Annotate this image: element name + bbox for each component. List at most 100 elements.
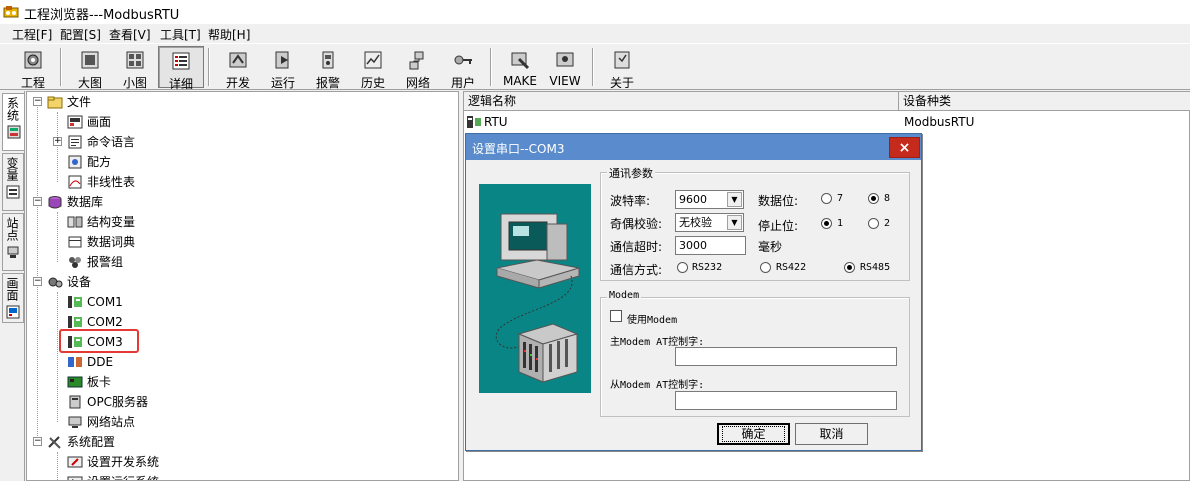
tree-item-18[interactable]: 设置开发系统 <box>27 452 457 472</box>
comm-params-group: 通讯参数 波特率: 9600 ▼ 数据位: 7 8 奇偶校验: 无校验 ▼ 停止… <box>600 165 910 281</box>
tab-variable-label: 变量 <box>5 157 19 181</box>
tree-item-4[interactable]: 非线性表 <box>27 172 457 192</box>
details-icon <box>172 52 190 70</box>
toolbar-small-icons-label: 小图 <box>122 76 147 90</box>
toolbar-develop-button[interactable]: 开发 <box>215 46 261 90</box>
toolbar-view-button[interactable]: VIEW <box>542 46 588 88</box>
menu-project[interactable]: 工程[F] <box>12 26 52 43</box>
com-port-icon <box>68 316 82 328</box>
tab-station[interactable]: 站点 <box>2 213 24 271</box>
tree-item-0[interactable]: − 文件 <box>27 92 457 112</box>
tree-item-8[interactable]: 报警组 <box>27 252 457 272</box>
mode-rs232-radio[interactable] <box>677 262 688 273</box>
databits-8-radio[interactable] <box>868 193 879 204</box>
com-port-icon <box>68 296 82 308</box>
expand-icon[interactable]: + <box>53 137 62 146</box>
tree-item-1[interactable]: 画面 <box>27 112 457 132</box>
list-row-type[interactable]: ModbusRTU <box>904 115 974 129</box>
slave-modem-input[interactable] <box>675 391 897 410</box>
tree-item-6[interactable]: 结构变量 <box>27 212 457 232</box>
toolbar-small-icons-button[interactable]: 小图 <box>112 46 158 90</box>
collapse-icon[interactable]: − <box>33 97 42 106</box>
stopbits-1-radio[interactable] <box>821 218 832 229</box>
stopbits-1-label: 1 <box>837 218 844 229</box>
tree-item-15[interactable]: OPC服务器 <box>27 392 457 412</box>
tree-item-13[interactable]: DDE <box>27 352 457 372</box>
tree-item-label: OPC服务器 <box>87 395 149 409</box>
mode-label: 通信方式: <box>610 263 663 277</box>
cancel-button[interactable]: 取消 <box>795 423 868 445</box>
tree-item-14[interactable]: 板卡 <box>27 372 457 392</box>
master-modem-input[interactable] <box>675 347 897 366</box>
timeout-value: 3000 <box>679 239 707 252</box>
tab-screen[interactable]: 画面 <box>2 273 24 323</box>
screen-icon <box>67 115 83 129</box>
toolbar-about-button[interactable]: 关于 <box>599 46 645 90</box>
toolbar-project-label: 工程 <box>20 76 45 90</box>
dialog-close-button[interactable]: × <box>889 137 920 158</box>
tree-item-16[interactable]: 网络站点 <box>27 412 457 432</box>
user-key-icon <box>454 55 472 65</box>
toolbar-large-icons-label: 大图 <box>77 76 102 90</box>
toolbar-user-button[interactable]: 用户 <box>440 46 486 90</box>
cancel-button-label: 取消 <box>819 427 844 441</box>
tree-item-label: 命令语言 <box>87 135 136 149</box>
use-modem-checkbox[interactable] <box>610 310 622 322</box>
databits-7-label: 7 <box>837 193 844 204</box>
tree-item-7[interactable]: 数据词典 <box>27 232 457 252</box>
chevron-down-icon[interactable]: ▼ <box>727 215 742 230</box>
menu-help[interactable]: 帮助[H] <box>208 26 250 43</box>
tree-item-2[interactable]: + 命令语言 <box>27 132 457 152</box>
databits-8-label: 8 <box>884 193 891 204</box>
menu-config[interactable]: 配置[S] <box>60 26 101 43</box>
mode-rs422-radio[interactable] <box>760 262 771 273</box>
variable-tab-icon <box>6 185 20 199</box>
timeout-unit: 毫秒 <box>758 240 783 254</box>
ok-button[interactable]: 确定 <box>717 423 790 445</box>
databits-7-radio[interactable] <box>821 193 832 204</box>
collapse-icon[interactable]: − <box>33 197 42 206</box>
dialog-title-bar[interactable]: 设置串口--COM3 × <box>466 134 921 160</box>
toolbar-project-button[interactable]: 工程 <box>10 46 56 90</box>
tree-item-label: 板卡 <box>87 375 112 389</box>
toolbar-large-icons-button[interactable]: 大图 <box>67 46 113 90</box>
make-icon <box>511 52 530 70</box>
tree-item-5[interactable]: − 数据库 <box>27 192 457 212</box>
parity-select[interactable]: 无校验 ▼ <box>675 213 744 232</box>
stopbits-2-radio[interactable] <box>868 218 879 229</box>
collapse-icon[interactable]: − <box>33 277 42 286</box>
device-rtu-icon <box>467 116 481 128</box>
tab-variable[interactable]: 变量 <box>2 153 24 211</box>
mode-rs485-radio[interactable] <box>844 262 855 273</box>
master-modem-label: 主Modem AT控制字: <box>610 337 705 348</box>
menu-view[interactable]: 查看[V] <box>109 26 151 43</box>
column-header-logical-name[interactable]: 逻辑名称 <box>464 92 899 111</box>
baud-select[interactable]: 9600 ▼ <box>675 190 744 209</box>
chevron-down-icon[interactable]: ▼ <box>727 192 742 207</box>
column-header-device-type[interactable]: 设备种类 <box>899 92 1190 111</box>
timeout-input[interactable]: 3000 <box>675 236 746 255</box>
toolbar-make-label: MAKE <box>502 74 537 88</box>
toolbar-details-button[interactable]: 详细 <box>158 46 204 91</box>
list-row-name[interactable]: RTU <box>484 115 508 129</box>
menu-tools[interactable]: 工具[T] <box>160 26 201 43</box>
toolbar-run-button[interactable]: 运行 <box>260 46 306 90</box>
history-icon <box>364 51 382 69</box>
tree-item-19[interactable]: 设置运行系统 <box>27 472 457 480</box>
toolbar-user-label: 用户 <box>450 76 475 90</box>
toolbar-history-button[interactable]: 历史 <box>350 46 396 90</box>
tree-item-10[interactable]: COM1 <box>27 292 457 312</box>
dialog-title: 设置串口--COM3 <box>472 142 565 156</box>
toolbar-make-button[interactable]: MAKE <box>497 46 543 88</box>
tree-item-17[interactable]: − 系统配置 <box>27 432 457 452</box>
tab-system[interactable]: 系统 <box>2 93 24 151</box>
tree-item-3[interactable]: 配方 <box>27 152 457 172</box>
run-icon <box>275 51 289 69</box>
serial-port-settings-dialog: 设置串口--COM3 × 通讯参数 波特率: 9600 ▼ 数据位: 7 8 奇… <box>465 133 922 451</box>
toolbar-network-button[interactable]: 网络 <box>395 46 441 90</box>
collapse-icon[interactable]: − <box>33 437 42 446</box>
tree-item-9[interactable]: − 设备 <box>27 272 457 292</box>
toolbar-alarm-button[interactable]: 报警 <box>305 46 351 90</box>
tree-item-label: 系统配置 <box>67 435 116 449</box>
tab-screen-label: 画面 <box>5 277 19 301</box>
